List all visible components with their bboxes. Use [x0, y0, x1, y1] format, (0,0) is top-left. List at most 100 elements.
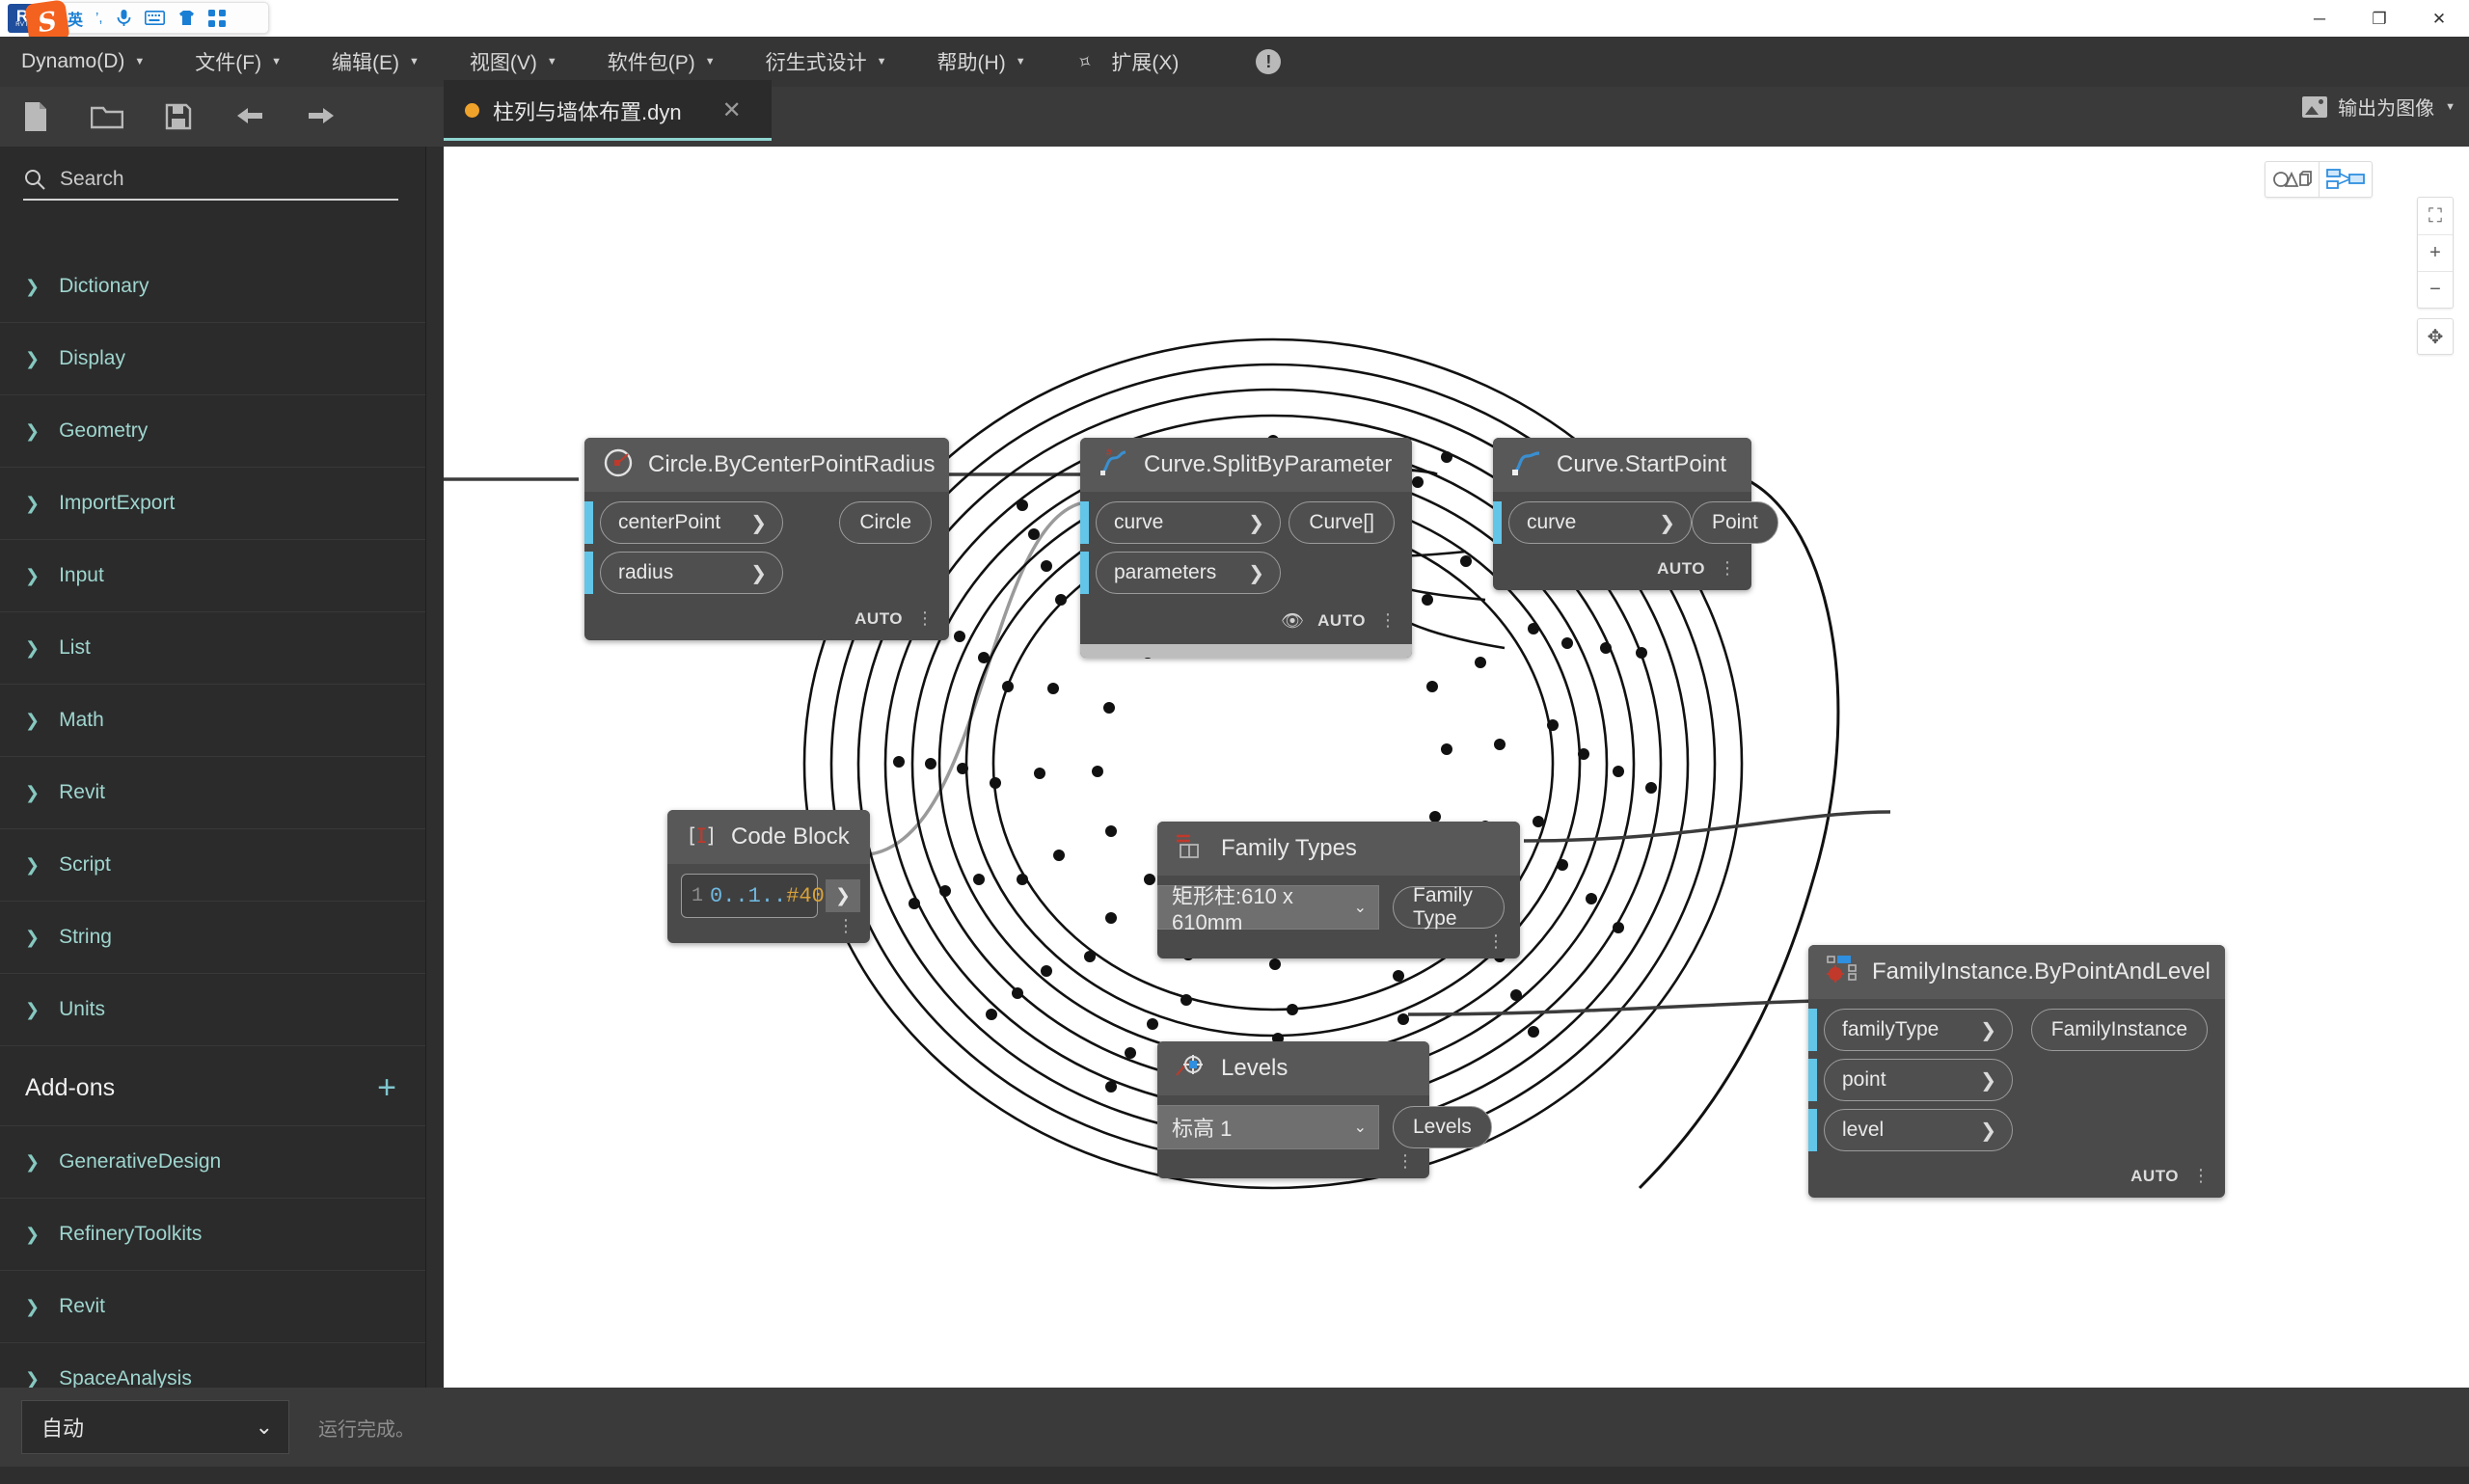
- node-options-icon[interactable]: ⋮: [916, 609, 934, 627]
- menu-generative-design[interactable]: 衍生式设计 ▼: [766, 47, 887, 76]
- node-header[interactable]: Family Types: [1157, 822, 1520, 876]
- input-port-row[interactable]: point ❯: [1808, 1059, 2225, 1101]
- sidebar-item-geometry[interactable]: ❯ Geometry: [0, 395, 425, 468]
- node-options-icon[interactable]: ⋮: [837, 917, 855, 934]
- open-folder-icon[interactable]: [91, 100, 123, 133]
- node-code-block[interactable]: [I] Code Block 1 0..1..#40; ❯ ⋮: [667, 810, 870, 943]
- output-port-circle[interactable]: Circle: [839, 501, 932, 544]
- document-tab[interactable]: 柱列与墙体布置.dyn ✕: [444, 80, 772, 138]
- output-port-family-type[interactable]: Family Type: [1393, 884, 1505, 930]
- notification-badge[interactable]: !: [1256, 49, 1282, 74]
- code-block-editor[interactable]: 1 0..1..#40;: [681, 874, 837, 918]
- input-port-curve[interactable]: curve ❯: [1508, 501, 1692, 544]
- skin-icon[interactable]: [177, 10, 196, 26]
- input-port-curve[interactable]: curve ❯: [1096, 501, 1281, 544]
- input-port-row[interactable]: curve ❯ Point: [1493, 501, 1778, 544]
- input-port-parameters[interactable]: parameters ❯: [1096, 552, 1281, 594]
- zoom-in-button[interactable]: +: [2418, 234, 2453, 271]
- sidebar-item-importexport[interactable]: ❯ ImportExport: [0, 468, 425, 540]
- ime-punctuation-icon[interactable]: ’,: [95, 10, 103, 26]
- output-port-curve-array[interactable]: Curve[]: [1289, 501, 1395, 544]
- input-port-radius[interactable]: radius ❯: [600, 552, 783, 594]
- sidebar-item-addon-revit[interactable]: ❯ Revit: [0, 1271, 425, 1343]
- node-header[interactable]: [I] Code Block: [667, 810, 870, 864]
- menu-file[interactable]: 文件(F) ▼: [195, 47, 282, 76]
- sidebar-item-generativedesign[interactable]: ❯ GenerativeDesign: [0, 1126, 425, 1199]
- graph-view-icon[interactable]: [2319, 162, 2372, 197]
- port-connector[interactable]: [1493, 501, 1502, 544]
- undo-icon[interactable]: [233, 100, 266, 133]
- zoom-out-button[interactable]: −: [2418, 271, 2453, 308]
- code-block-output-port[interactable]: ❯: [826, 879, 860, 912]
- node-options-icon[interactable]: ⋮: [1397, 1152, 1414, 1170]
- menu-view[interactable]: 视图(V) ▼: [470, 47, 557, 76]
- node-options-icon[interactable]: ⋮: [1487, 932, 1505, 950]
- node-familyinstance-bypointandlevel[interactable]: FamilyInstance.ByPointAndLevel familyTyp…: [1808, 945, 2225, 1198]
- ime-language-icon[interactable]: 英: [68, 7, 83, 30]
- zoom-to-fit-icon[interactable]: ⛶: [2418, 198, 2453, 234]
- pan-tool-button[interactable]: ✥: [2417, 318, 2454, 355]
- save-icon[interactable]: [162, 100, 195, 133]
- sidebar-item-list[interactable]: ❯ List: [0, 612, 425, 685]
- port-connector[interactable]: [1080, 552, 1089, 594]
- sidebar-item-display[interactable]: ❯ Display: [0, 323, 425, 395]
- keyboard-icon[interactable]: [144, 11, 165, 25]
- toolbox-icon[interactable]: [207, 9, 226, 27]
- canvas-navigation-controls[interactable]: ⛶ + −: [2417, 197, 2454, 309]
- node-header[interactable]: FamilyInstance.ByPointAndLevel: [1808, 945, 2225, 999]
- view-mode-toggle[interactable]: [2265, 161, 2373, 198]
- sidebar-item-script[interactable]: ❯ Script: [0, 829, 425, 902]
- add-package-icon[interactable]: +: [377, 1071, 396, 1104]
- sidebar-item-refinerytoolkits[interactable]: ❯ RefineryToolkits: [0, 1199, 425, 1271]
- node-family-types[interactable]: Family Types 矩形柱:610 x 610mm ⌄ Family Ty…: [1157, 822, 1520, 958]
- node-curve-splitbyparameter[interactable]: # Curve.SplitByParameter curve ❯ Curve[]: [1080, 438, 1412, 658]
- input-port-row[interactable]: parameters ❯: [1080, 552, 1412, 594]
- input-port-centerpoint[interactable]: centerPoint ❯: [600, 501, 783, 544]
- port-connector[interactable]: [1808, 1009, 1817, 1051]
- input-port-row[interactable]: radius ❯: [584, 552, 949, 594]
- preview-hidden-icon[interactable]: 👁: [1281, 609, 1304, 633]
- microphone-icon[interactable]: [116, 9, 132, 27]
- menu-edit[interactable]: 编辑(E) ▼: [332, 47, 420, 76]
- output-port-point[interactable]: Point: [1692, 501, 1778, 544]
- menu-help[interactable]: 帮助(H) ▼: [937, 47, 1026, 76]
- search-input[interactable]: [60, 168, 398, 191]
- sidebar-item-revit[interactable]: ❯ Revit: [0, 757, 425, 829]
- input-port-familytype[interactable]: familyType ❯: [1824, 1009, 2013, 1051]
- sidebar-item-dictionary[interactable]: ❯ Dictionary: [0, 251, 425, 323]
- sidebar-item-input[interactable]: ❯ Input: [0, 540, 425, 612]
- input-port-row[interactable]: curve ❯ Curve[]: [1080, 501, 1412, 544]
- menu-dynamo[interactable]: Dynamo(D) ▼: [21, 50, 145, 73]
- node-header[interactable]: Circle.ByCenterPointRadius: [584, 438, 949, 492]
- window-minimize-button[interactable]: ─: [2290, 0, 2349, 37]
- input-port-row[interactable]: level ❯: [1808, 1109, 2225, 1151]
- redo-icon[interactable]: [305, 100, 338, 133]
- port-connector[interactable]: [584, 552, 593, 594]
- export-as-image-button[interactable]: 输出为图像 ▼: [2302, 93, 2455, 121]
- output-port-familyinstance[interactable]: FamilyInstance: [2030, 1009, 2208, 1051]
- port-connector[interactable]: [1808, 1109, 1817, 1151]
- input-port-point[interactable]: point ❯: [1824, 1059, 2013, 1101]
- window-maximize-button[interactable]: ❐: [2349, 0, 2409, 37]
- 3d-geometry-view-icon[interactable]: [2266, 162, 2319, 197]
- sidebar-item-units[interactable]: ❯ Units: [0, 974, 425, 1046]
- close-icon[interactable]: ✕: [722, 96, 742, 124]
- input-port-level[interactable]: level ❯: [1824, 1109, 2013, 1151]
- node-header[interactable]: Levels: [1157, 1041, 1429, 1095]
- node-levels[interactable]: Levels 标高 1 ⌄ Levels ⋮: [1157, 1041, 1492, 1178]
- sidebar-item-string[interactable]: ❯ String: [0, 902, 425, 974]
- ime-toolbar[interactable]: 英 ’,: [55, 2, 269, 34]
- port-connector[interactable]: [1808, 1059, 1817, 1101]
- node-options-icon[interactable]: ⋮: [1379, 611, 1397, 629]
- node-options-icon[interactable]: ⋮: [1719, 559, 1736, 577]
- port-connector[interactable]: [584, 501, 593, 544]
- run-mode-dropdown[interactable]: 自动 ⌄: [21, 1400, 289, 1454]
- new-file-icon[interactable]: [19, 100, 52, 133]
- node-circle-bycenterpointradius[interactable]: Circle.ByCenterPointRadius centerPoint ❯…: [584, 438, 949, 640]
- window-close-button[interactable]: ✕: [2409, 0, 2469, 37]
- menu-packages[interactable]: 软件包(P) ▼: [608, 47, 716, 76]
- port-connector[interactable]: [1080, 501, 1089, 544]
- level-dropdown[interactable]: 标高 1 ⌄: [1157, 1105, 1379, 1149]
- node-header[interactable]: # Curve.SplitByParameter: [1080, 438, 1412, 492]
- sidebar-item-math[interactable]: ❯ Math: [0, 685, 425, 757]
